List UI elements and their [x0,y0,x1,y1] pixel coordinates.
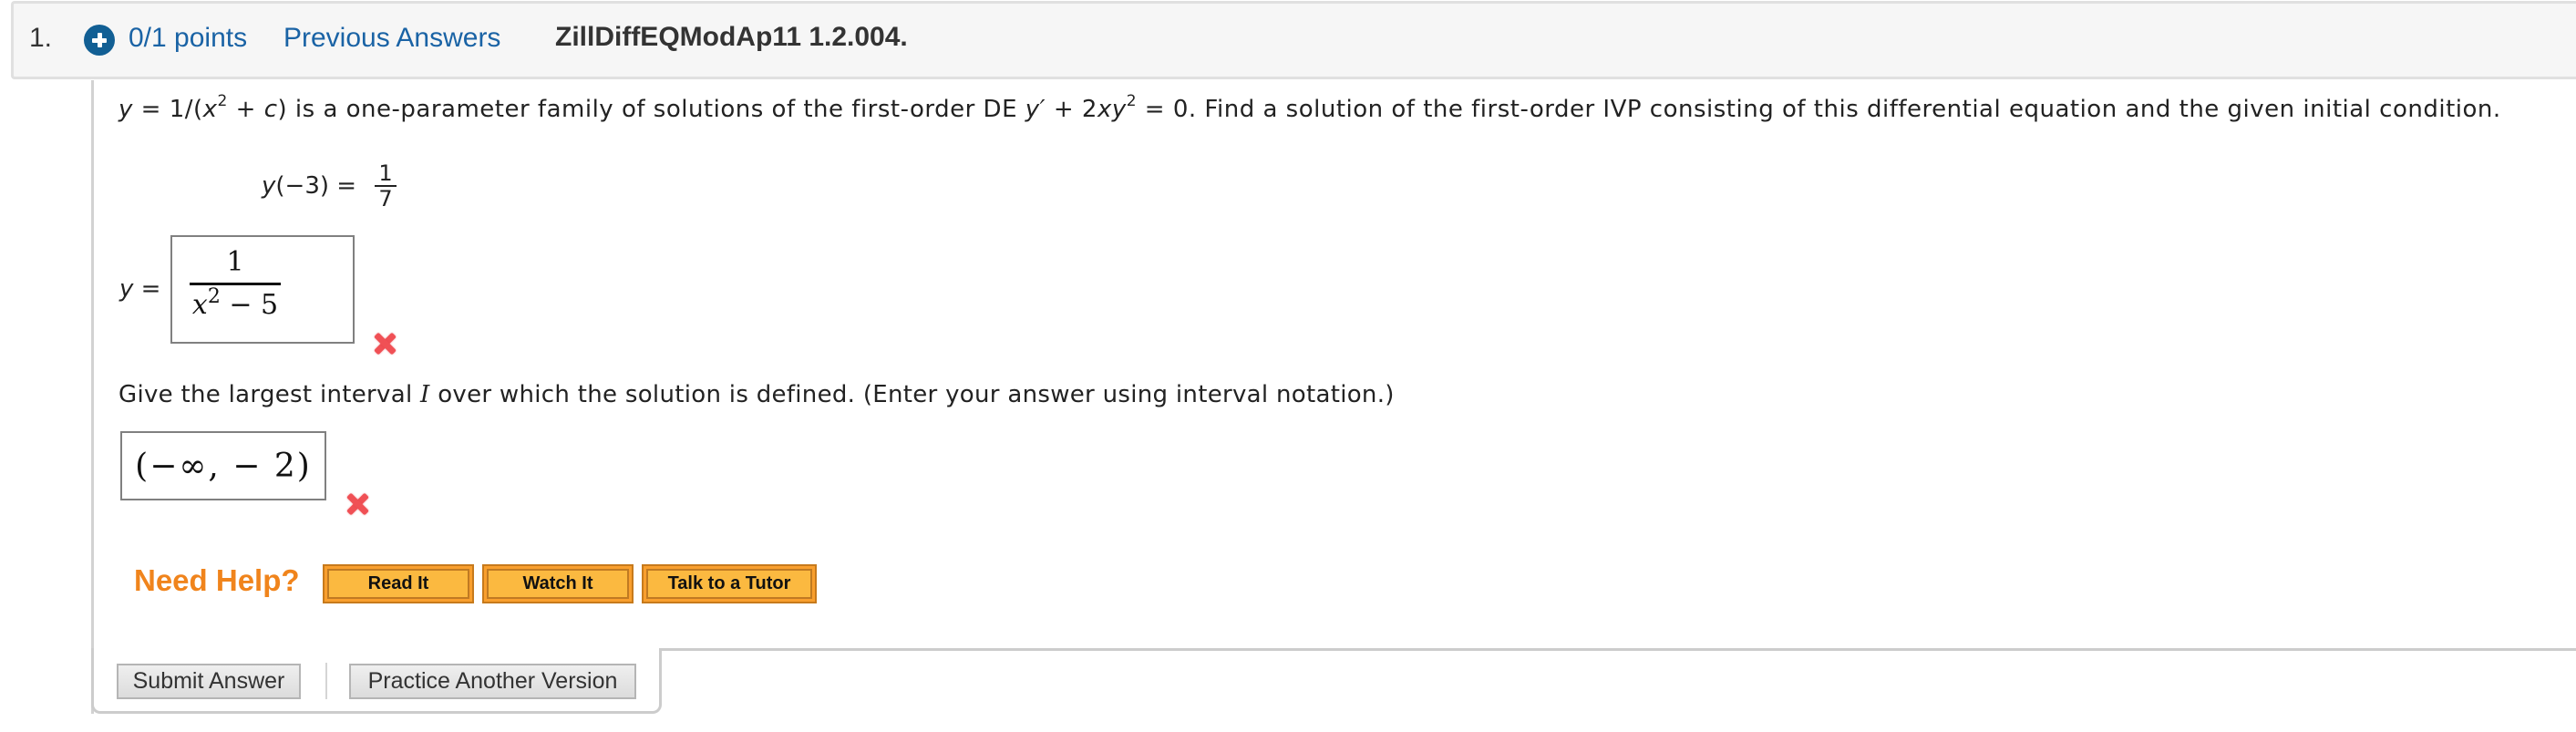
var-c: c [263,96,278,123]
plus-circle-icon[interactable] [84,25,115,56]
previous-answers-link[interactable]: Previous Answers [283,23,500,54]
watch-it-label: Watch It [487,569,629,599]
equals: = [133,275,161,303]
ic-lhs: (−3) = [275,172,365,200]
points-link[interactable]: 0/1 points [129,23,247,54]
answer1-label: y = [119,275,160,303]
answer1-denominator: x2 − 5 [190,287,281,322]
answer1-fraction: 1 x2 − 5 [190,246,281,322]
read-it-label: Read It [327,569,469,599]
x-mark-icon [345,492,369,516]
var-y: y [118,96,133,123]
fraction-bar [190,283,281,285]
read-it-button[interactable]: Read It [323,564,474,603]
exponent: 2 [1126,92,1138,110]
ic-numerator: 1 [375,160,397,187]
divider [662,648,2576,651]
initial-condition: y (−3) = 1 7 [262,157,397,215]
var-yprime: y′ [1025,96,1046,123]
question-number: 1. [29,23,53,53]
ic-fraction: 1 7 [375,160,397,211]
exponent: 2 [207,285,221,308]
var-xy: xy [1097,96,1127,123]
talk-to-tutor-button[interactable]: Talk to a Tutor [642,564,817,603]
need-help-label: Need Help? [134,563,300,597]
practice-another-version-button[interactable]: Practice Another Version [349,664,636,699]
text: + 2 [1046,96,1097,123]
question-text: y = 1/(x2 + c) is a one-parameter family… [118,94,2501,124]
answer1-input[interactable]: 1 x2 − 5 [170,235,355,344]
interval-prompt: Give the largest interval I over which t… [118,381,1395,408]
text: = 1/( [132,96,203,123]
button-separator [325,663,327,699]
x-mark-icon [373,332,397,356]
submit-answer-button[interactable]: Submit Answer [117,664,301,699]
exponent: 2 [217,92,228,110]
text: over which the solution is defined. (Ent… [429,381,1395,408]
text: ) is a one-parameter family of solutions… [277,96,1025,123]
text: − 5 [220,289,279,321]
answer1-numerator: 1 [226,246,244,278]
text: = 0. Find a solution of the first-order … [1137,96,2501,123]
talk-to-tutor-label: Talk to a Tutor [646,569,812,599]
answer2-input[interactable]: (−∞, − 2) [120,431,326,500]
question-id: ZillDiffEQModAp11 1.2.004. [555,22,908,52]
var-x: x [191,289,208,321]
ic-denominator: 7 [378,186,393,211]
var-y: y [262,172,276,200]
var-y: y [119,275,134,303]
var-x: x [202,96,218,123]
text: Give the largest interval [118,381,421,408]
var-I: I [420,381,430,408]
text: + [227,96,264,123]
watch-it-button[interactable]: Watch It [482,564,634,603]
